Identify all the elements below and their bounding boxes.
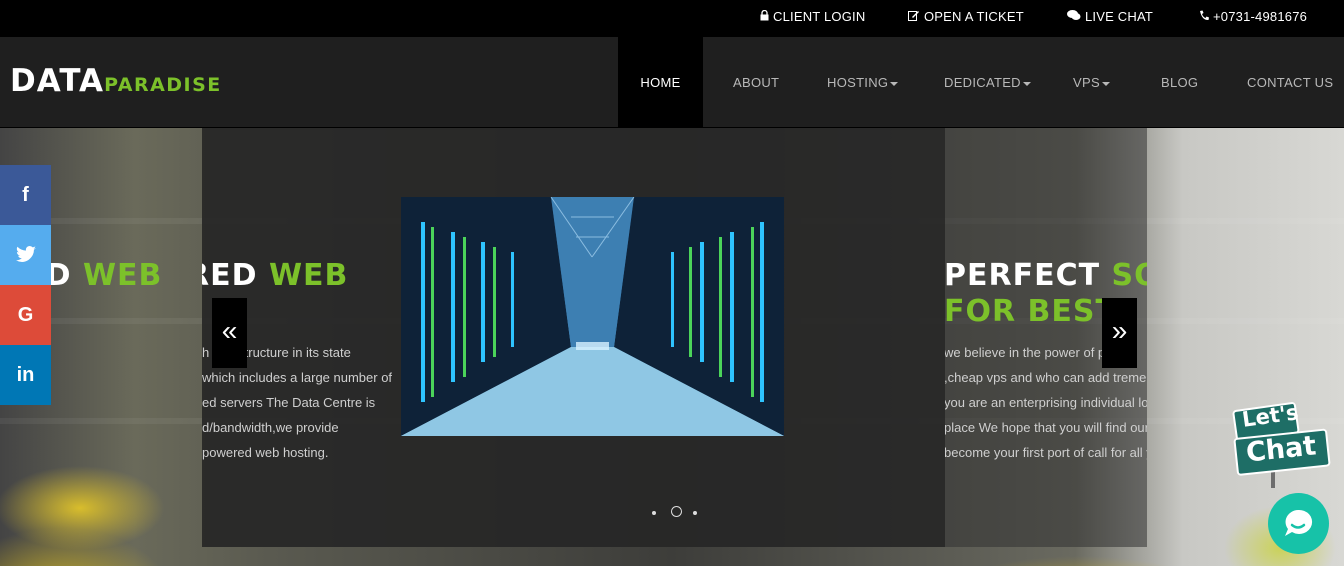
google-share-button[interactable]: G	[0, 285, 51, 345]
next-slide-line: you are an enterprising individual loo	[945, 395, 1147, 410]
logo-paradise: PARADISE	[104, 74, 222, 96]
live-chat-label: LIVE CHAT	[1085, 9, 1154, 24]
chat-bubble-icon	[1285, 509, 1313, 536]
slider-dot-1[interactable]	[652, 511, 656, 515]
twitter-icon	[15, 226, 36, 286]
nav-contact[interactable]: CONTACT US	[1247, 37, 1333, 128]
nav-vps-label: VPS	[1073, 75, 1100, 90]
open-ticket-label: OPEN A TICKET	[924, 9, 1024, 24]
slider-prev-button[interactable]: «	[212, 298, 247, 368]
linkedin-share-button[interactable]: in	[0, 345, 51, 405]
next-slide-heading-2-green: FOR BEST	[945, 294, 1117, 329]
next-slide-heading-1-green: SO	[1111, 258, 1148, 293]
nav-vps[interactable]: VPS	[1073, 37, 1110, 128]
prev-slide-line: powered web hosting.	[202, 445, 329, 460]
prev-slide-heading-white-inner: RED	[202, 258, 258, 293]
slider-next-button[interactable]: »	[1102, 298, 1137, 368]
nav-hosting[interactable]: HOSTING	[827, 37, 899, 128]
caret-down-icon	[1101, 81, 1110, 86]
client-login-label: CLIENT LOGIN	[773, 9, 866, 24]
slider-dot-3[interactable]	[693, 511, 697, 515]
facebook-share-button[interactable]: f	[0, 165, 51, 225]
nav-hosting-label: HOSTING	[827, 75, 889, 90]
logo-data: DATA	[10, 63, 105, 99]
chat-launcher-button[interactable]	[1268, 493, 1329, 554]
top-bar: CLIENT LOGIN OPEN A TICKET LIVE CHAT +07…	[0, 0, 1344, 37]
nav-dedicated-label: DEDICATED	[944, 75, 1021, 90]
twitter-share-button[interactable]: t	[0, 225, 51, 285]
caret-down-icon	[890, 81, 899, 86]
hero-section: RED WEB RED WEB h infrastructure in its …	[0, 128, 1344, 566]
phone-link[interactable]: +0731-4981676	[1199, 9, 1307, 24]
linkedin-icon: in	[16, 364, 35, 386]
lock-icon	[760, 9, 769, 24]
client-login-link[interactable]: CLIENT LOGIN	[760, 9, 865, 24]
nav-home[interactable]: HOME	[618, 37, 703, 128]
nav-dedicated[interactable]: DEDICATED	[944, 37, 1031, 128]
edit-icon	[908, 10, 920, 24]
prev-slide-line: ed servers The Data Centre is	[202, 395, 376, 410]
caret-down-icon	[1022, 81, 1031, 86]
live-chat-link[interactable]: LIVE CHAT	[1067, 9, 1153, 24]
lets-chat-sign[interactable]: Let's Chat	[1232, 400, 1332, 490]
next-slide-line: become your first port of call for all y…	[945, 445, 1147, 460]
prev-slide-line: d/bandwidth,we provide	[202, 420, 339, 435]
nav-about[interactable]: ABOUT	[733, 37, 779, 128]
next-slide-line: place We hope that you will find our s	[945, 420, 1147, 435]
next-slide-heading-1: PERFECT SO	[945, 258, 1147, 294]
prev-slide-heading-green-inner: WEB	[268, 258, 349, 293]
main-navbar: DATAPARADISE HOME ABOUT HOSTING DEDICATE…	[0, 37, 1344, 128]
prev-slide-heading-inner: RED WEB	[202, 258, 392, 294]
next-slide-peek: PERFECT SO FOR BESTP we believe in the p…	[945, 128, 1147, 547]
nav-blog[interactable]: BLOG	[1161, 37, 1198, 128]
next-slide-line: ,cheap vps and who can add tremend	[945, 370, 1147, 385]
google-icon: G	[17, 304, 34, 326]
facebook-icon: f	[22, 184, 29, 206]
next-slide-heading-1-white: PERFECT	[945, 258, 1112, 293]
logo[interactable]: DATAPARADISE	[10, 63, 222, 99]
open-ticket-link[interactable]: OPEN A TICKET	[908, 9, 1024, 24]
phone-number: +0731-4981676	[1213, 9, 1308, 24]
prev-slide-line: which includes a large number of	[202, 370, 392, 385]
slider-dot-2[interactable]	[671, 506, 682, 517]
phone-icon	[1199, 10, 1209, 24]
comments-icon	[1067, 10, 1081, 24]
prev-slide-heading-green: WEB	[82, 258, 163, 293]
server-room-image	[401, 197, 784, 436]
slider: RED WEB h infrastructure in its state wh…	[202, 128, 945, 547]
